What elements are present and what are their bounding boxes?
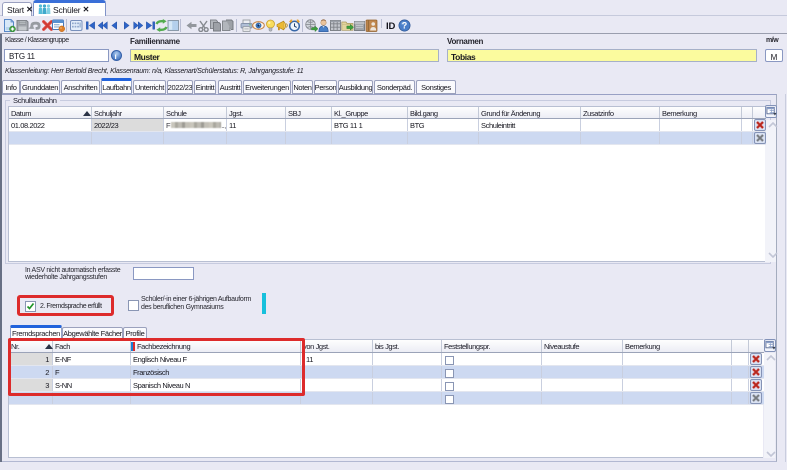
svg-text:?: ? <box>402 21 408 31</box>
